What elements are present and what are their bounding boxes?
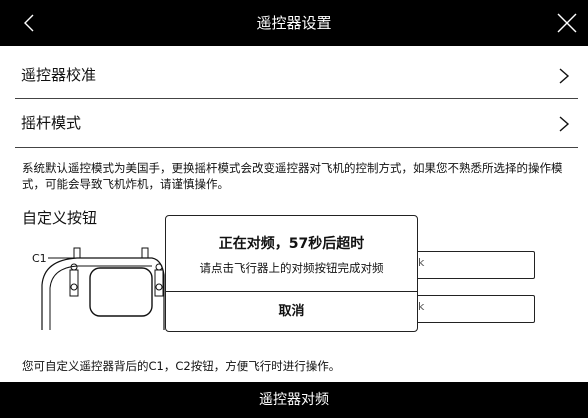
custom-button-c1-select[interactable]: k <box>413 251 535 279</box>
custom-buttons-title: 自定义按钮 <box>22 209 98 227</box>
stick-mode-description: 系统默认遥控模式为美国手，更换摇杆模式会改变遥控器对飞机的控制方式，如果您不熟悉… <box>22 161 563 191</box>
cancel-button[interactable]: 取消 <box>166 292 417 332</box>
chevron-right-icon <box>559 68 570 84</box>
row-label-stick-mode: 摇杆模式 <box>21 114 82 132</box>
custom-button-c2-select[interactable]: k <box>413 295 535 323</box>
top-bar: 遥控器设置 <box>0 0 588 46</box>
custom-buttons-footnote: 您可自定义遥控器背后的C1，C2按钮，方便飞行时进行操作。 <box>22 359 341 373</box>
dialog-title: 正在对频，57秒后超时 <box>218 236 365 252</box>
field-text: k <box>418 300 425 313</box>
row-remote-calibration[interactable]: 遥控器校准 <box>0 50 588 100</box>
chevron-right-icon <box>559 116 570 132</box>
close-icon[interactable] <box>556 12 578 34</box>
dialog-message: 请点击飞行器上的对频按钮完成对频 <box>199 261 384 275</box>
field-text: k <box>418 256 425 269</box>
c1-label: C1 <box>32 252 47 265</box>
row-stick-mode[interactable]: 摇杆模式 <box>0 98 588 148</box>
row-label-calibration: 遥控器校准 <box>21 66 97 84</box>
page-title: 遥控器设置 <box>256 14 332 32</box>
remote-controller-diagram: C1 <box>32 247 165 330</box>
remote-pairing-button[interactable]: 遥控器对频 <box>0 382 588 418</box>
pairing-dialog: 正在对频，57秒后超时 请点击飞行器上的对频按钮完成对频 取消 <box>165 215 418 332</box>
divider <box>15 147 578 148</box>
